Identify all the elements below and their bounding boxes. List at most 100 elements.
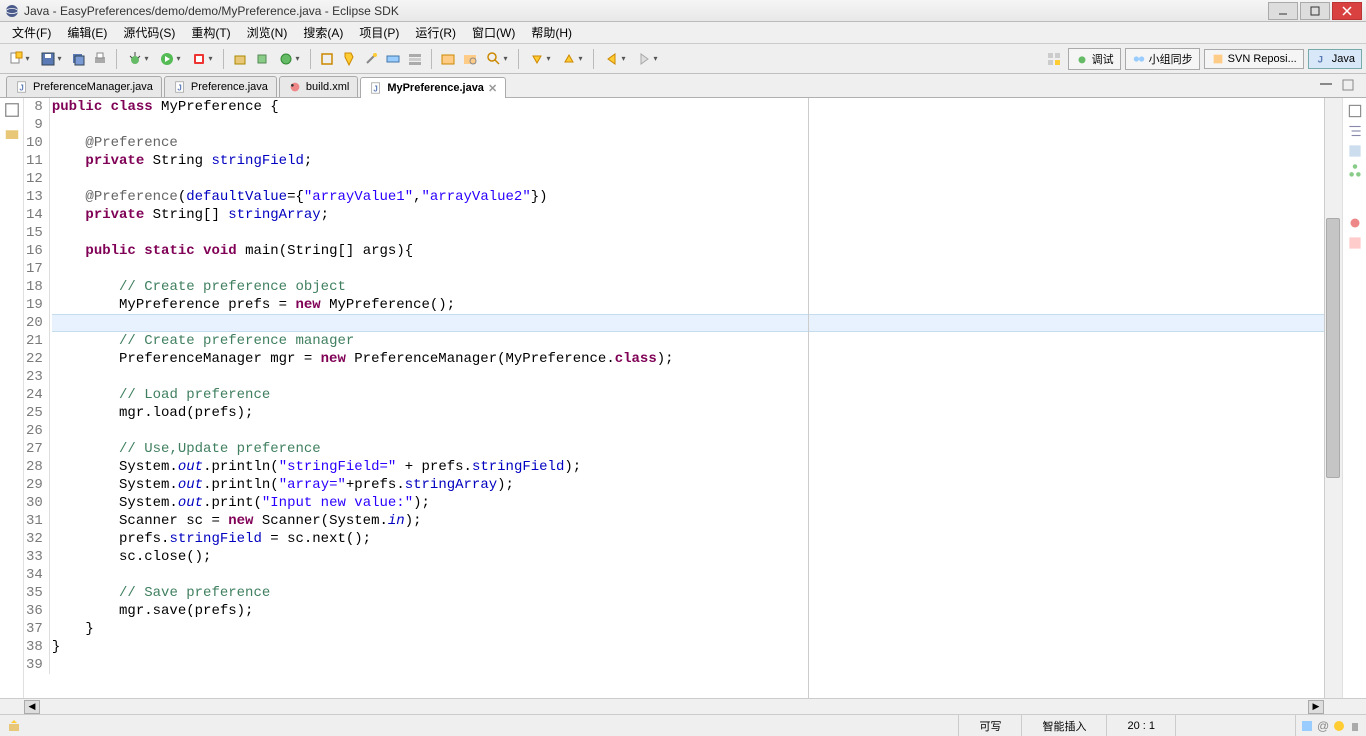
debug-button[interactable]: ▾ (123, 49, 153, 69)
run-button[interactable]: ▾ (155, 49, 185, 69)
code-line[interactable]: mgr.load(prefs); (52, 404, 1324, 422)
code-editor[interactable]: 8910111213141516171819202122232425262728… (24, 98, 1324, 698)
code-line[interactable]: @Preference(defaultValue={"arrayValue1",… (52, 188, 1324, 206)
code-line[interactable]: prefs.stringField = sc.next(); (52, 530, 1324, 548)
code-line[interactable]: private String[] stringArray; (52, 206, 1324, 224)
code-line[interactable] (52, 260, 1324, 278)
maximize-view-button[interactable] (1340, 77, 1360, 97)
field-icon[interactable] (383, 49, 403, 69)
menu-item-6[interactable]: 项目(P) (351, 22, 407, 43)
code-line[interactable]: private String stringField; (52, 152, 1324, 170)
hierarchy-icon[interactable] (1346, 162, 1364, 180)
code-line[interactable] (52, 170, 1324, 188)
horizontal-scrollbar[interactable]: ◀ ▶ (0, 698, 1366, 714)
window-maximize-button[interactable] (1300, 2, 1330, 20)
new-button[interactable]: ▾ (4, 49, 34, 69)
gc-icon[interactable] (1348, 719, 1362, 733)
menu-item-8[interactable]: 窗口(W) (464, 22, 523, 43)
code-line[interactable]: mgr.save(prefs); (52, 602, 1324, 620)
external-tools-button[interactable]: ▾ (187, 49, 217, 69)
prev-annotation-button[interactable]: ▾ (557, 49, 587, 69)
tip-icon[interactable] (1332, 719, 1346, 733)
code-line[interactable] (52, 368, 1324, 386)
code-line[interactable]: System.out.print("Input new value:"); (52, 494, 1324, 512)
code-line[interactable] (52, 656, 1324, 674)
scroll-left-button[interactable]: ◀ (24, 700, 40, 714)
search-button[interactable]: ▾ (482, 49, 512, 69)
problems-icon[interactable] (1346, 234, 1364, 252)
code-line[interactable]: // Create preference manager (52, 332, 1324, 350)
menubar: 文件(F)编辑(E)源代码(S)重构(T)浏览(N)搜索(A)项目(P)运行(R… (0, 22, 1366, 44)
code-line[interactable]: public static void main(String[] args){ (52, 242, 1324, 260)
vertical-scrollbar[interactable] (1324, 98, 1342, 698)
window-close-button[interactable] (1332, 2, 1362, 20)
menu-item-1[interactable]: 编辑(E) (59, 22, 115, 43)
menu-item-3[interactable]: 重构(T) (183, 22, 238, 43)
perspective-debug[interactable]: 调试 (1068, 48, 1121, 70)
open-perspective-button[interactable] (1044, 49, 1064, 69)
box-icon[interactable] (317, 49, 337, 69)
window-minimize-button[interactable] (1268, 2, 1298, 20)
forward-button[interactable]: ▾ (632, 49, 662, 69)
perspective-svn[interactable]: SVN Reposi... (1204, 49, 1304, 69)
code-line[interactable]: MyPreference prefs = new MyPreference(); (52, 296, 1324, 314)
back-button[interactable]: ▾ (600, 49, 630, 69)
code-line[interactable]: // Use,Update preference (52, 440, 1324, 458)
menu-item-9[interactable]: 帮助(H) (523, 22, 580, 43)
save-button[interactable]: ▾ (36, 49, 66, 69)
code-line[interactable]: // Load preference (52, 386, 1324, 404)
filter-icon[interactable] (405, 49, 425, 69)
save-all-button[interactable] (68, 49, 88, 69)
code-line[interactable] (52, 566, 1324, 584)
code-line[interactable]: // Create preference object (52, 278, 1324, 296)
menu-item-5[interactable]: 搜索(A) (295, 22, 351, 43)
code-line[interactable]: } (52, 638, 1324, 656)
code-line[interactable]: Scanner sc = new Scanner(System.in); (52, 512, 1324, 530)
new-type-button[interactable] (252, 49, 272, 69)
open-type-button[interactable] (438, 49, 458, 69)
restore-icon[interactable] (2, 100, 22, 120)
code-line[interactable]: // Save preference (52, 584, 1324, 602)
next-annotation-button[interactable]: ▾ (525, 49, 555, 69)
code-line[interactable]: System.out.println("stringField=" + pref… (52, 458, 1324, 476)
code-line[interactable] (52, 422, 1324, 440)
menu-item-7[interactable]: 运行(R) (407, 22, 464, 43)
editor-tab-MyPreference-java[interactable]: JMyPreference.java✕ (360, 77, 506, 98)
code-line[interactable] (52, 314, 1324, 332)
scroll-right-button[interactable]: ▶ (1308, 700, 1324, 714)
restore-right-icon[interactable] (1346, 102, 1364, 120)
update-icon[interactable] (1300, 719, 1314, 733)
menu-item-0[interactable]: 文件(F) (4, 22, 59, 43)
menu-item-4[interactable]: 浏览(N) (239, 22, 296, 43)
editor-tab-Preference-java[interactable]: JPreference.java✕ (164, 76, 277, 97)
wand-icon[interactable] (361, 49, 381, 69)
perspective-java[interactable]: JJava (1308, 49, 1362, 69)
outline-icon[interactable] (1346, 122, 1364, 140)
new-package-button[interactable] (230, 49, 250, 69)
ant-icon[interactable] (1346, 214, 1364, 232)
code-line[interactable]: } (52, 620, 1324, 638)
tasks-icon[interactable] (1346, 142, 1364, 160)
editor-tab-build-xml[interactable]: build.xml✕ (279, 76, 358, 97)
minimize-view-button[interactable] (1318, 77, 1338, 97)
at-icon[interactable]: @ (1316, 719, 1330, 733)
code-line[interactable] (52, 224, 1324, 242)
svg-text:J: J (374, 85, 378, 94)
code-line[interactable] (52, 116, 1324, 134)
line-number: 18 (26, 278, 43, 296)
close-tab-icon[interactable]: ✕ (488, 82, 497, 95)
print-button[interactable] (90, 49, 110, 69)
marker-icon[interactable] (339, 49, 359, 69)
open-task-button[interactable] (460, 49, 480, 69)
package-explorer-icon[interactable] (2, 124, 22, 144)
code-line[interactable]: System.out.println("array="+prefs.string… (52, 476, 1324, 494)
code-line[interactable]: PreferenceManager mgr = new PreferenceMa… (52, 350, 1324, 368)
code-line[interactable]: @Preference (52, 134, 1324, 152)
code-line[interactable]: sc.close(); (52, 548, 1324, 566)
line-number: 20 (26, 314, 43, 332)
menu-item-2[interactable]: 源代码(S) (115, 22, 183, 43)
code-line[interactable]: public class MyPreference { (52, 98, 1324, 116)
new-class-button[interactable]: ▾ (274, 49, 304, 69)
editor-tab-PreferenceManager-java[interactable]: JPreferenceManager.java✕ (6, 76, 162, 97)
perspective-team-sync[interactable]: 小组同步 (1125, 48, 1200, 70)
